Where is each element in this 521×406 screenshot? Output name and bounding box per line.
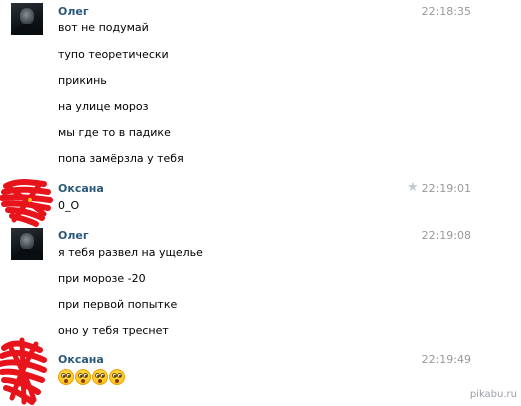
message-text: при морозе -20 [58,272,146,285]
message-text: мы где то в падике [58,126,171,139]
star-icon[interactable]: ★ [407,181,419,194]
author-name[interactable]: Олег [58,5,89,18]
message-text: 0_О [58,199,80,212]
message-text: оно у тебя треснет [58,324,169,337]
message-time[interactable]: 22:19:01 [422,182,471,195]
emoji-row [58,369,125,385]
flushed-face-icon [92,369,108,385]
message-time[interactable]: 22:19:49 [422,353,471,366]
flushed-face-icon [109,369,125,385]
avatar-scribble [0,337,47,405]
message-text: на улице мороз [58,100,149,113]
flushed-face-icon [75,369,91,385]
message-text: вот не подумай [58,21,149,34]
flushed-face-icon [58,369,74,385]
author-name[interactable]: Оксана [58,353,104,366]
author-name[interactable]: Оксана [58,182,104,195]
watermark: pikabu.ru [469,389,517,400]
message-text: прикинь [58,74,107,87]
message-text: я тебя развел на ущелье [58,246,203,259]
author-name[interactable]: Олег [58,229,89,242]
message-text: при первой попытке [58,298,178,311]
message-text: попа замёрзла у тебя [58,152,184,165]
message-text: тупо теоретически [58,48,169,61]
message-time[interactable]: 22:18:35 [422,5,471,18]
message-time[interactable]: 22:19:08 [422,229,471,242]
